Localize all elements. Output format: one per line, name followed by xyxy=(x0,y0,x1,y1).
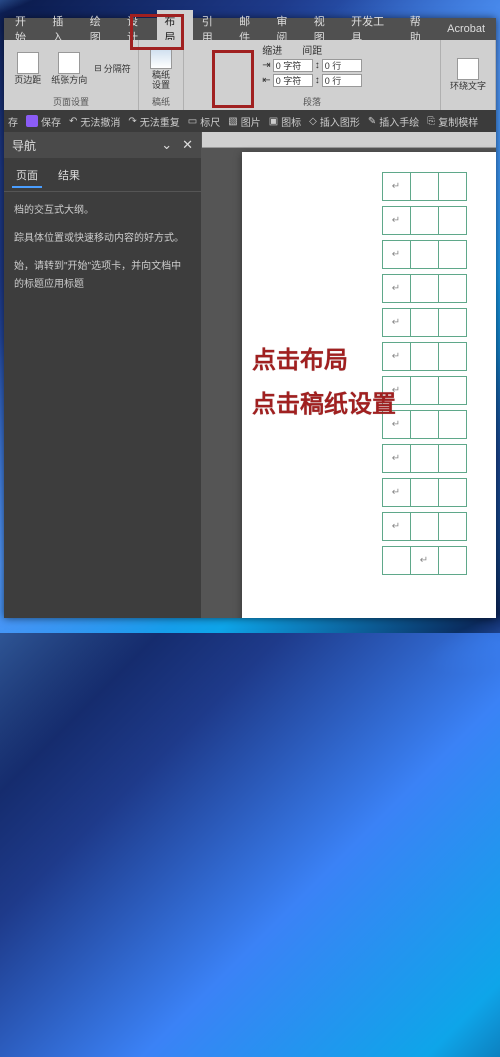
breaks-icon: ⊟ xyxy=(94,63,102,74)
orientation-icon xyxy=(58,52,80,74)
quick-access-bar: 存 保存 ↶ 无法撤消 ↷ 无法重复 ▭ 标尺 ▧ 图片 ▣ 图标 ◇ 插入图形 xyxy=(4,110,496,132)
picture-icon: ▧ xyxy=(228,116,237,127)
spacing-before-input[interactable]: 0 行 xyxy=(322,59,362,72)
menu-tab-bar: 开始 插入 绘图 设计 布局 引用 邮件 审阅 视图 开发工具 帮助 Acrob… xyxy=(4,18,496,40)
nav-tab-results[interactable]: 结果 xyxy=(54,164,84,188)
qa-ink-button[interactable]: ✎ 插入手绘 xyxy=(368,114,419,129)
qa-ruler-button[interactable]: ▭ 标尺 xyxy=(188,114,220,129)
shape-icon: ◇ xyxy=(309,116,317,127)
page-setup-group-label: 页面设置 xyxy=(53,95,89,108)
paper-setting-button[interactable]: 稿纸 设置 xyxy=(147,45,175,93)
qa-save-button[interactable]: 保存 xyxy=(26,114,61,129)
spacing-after-input[interactable]: 0 行 xyxy=(322,74,362,87)
paragraph-group-label: 段落 xyxy=(303,95,321,108)
manuscript-grid: ↵ ↵ ↵ ↵ ↵ ↵ ↵ ↵ ↵ xyxy=(382,172,496,574)
tab-acrobat[interactable]: Acrobat xyxy=(440,20,492,38)
ribbon: 页边距 纸张方向 ⊟ 分隔符 页面设置 稿纸 设置 xyxy=(4,40,496,110)
annotation-step2: 点击稿纸设置 xyxy=(252,384,396,419)
qa-shape-button[interactable]: ◇ 插入图形 xyxy=(309,114,360,129)
paper-icon xyxy=(150,47,172,69)
ink-icon: ✎ xyxy=(368,116,376,127)
copyformat-icon: ⎘ xyxy=(427,116,435,127)
qa-redo-button[interactable]: ↷ 无法重复 xyxy=(128,114,179,129)
wrap-text-button[interactable]: 环绕文字 xyxy=(447,56,489,94)
wrap-icon xyxy=(457,58,479,80)
margins-icon xyxy=(17,52,39,74)
icons-icon: ▣ xyxy=(269,116,278,127)
spacing-before-icon: ↕ xyxy=(315,60,320,71)
orientation-button[interactable]: 纸张方向 xyxy=(48,50,90,88)
qa-copyformat-button[interactable]: ⎘ 复制模样 xyxy=(427,114,478,129)
indent-label: 缩进 xyxy=(262,42,282,57)
annotation-step1: 点击布局 xyxy=(252,340,348,375)
horizontal-ruler[interactable] xyxy=(202,132,496,148)
indent-left-input[interactable]: 0 字符 xyxy=(273,59,313,72)
nav-dropdown-icon[interactable]: ⌄ xyxy=(161,137,172,153)
qa-icon-button[interactable]: ▣ 图标 xyxy=(269,114,301,129)
navigation-pane: 导航 ⌄ ✕ 页面 结果 档的交互式大纲。 踪具体位置或快速移动内容的好方式。 … xyxy=(4,132,202,618)
spacing-after-icon: ↕ xyxy=(315,75,320,86)
ruler-icon: ▭ xyxy=(188,116,197,127)
nav-title: 导航 xyxy=(12,137,36,154)
indent-right-input[interactable]: 0 字符 xyxy=(273,74,313,87)
margins-button[interactable]: 页边距 xyxy=(11,50,44,88)
undo-icon: ↶ xyxy=(69,116,77,127)
qa-picture-button[interactable]: ▧ 图片 xyxy=(228,114,260,129)
paper-group-label: 稿纸 xyxy=(152,95,170,108)
spacing-label: 间距 xyxy=(302,42,322,57)
save-icon xyxy=(26,115,38,127)
redo-icon: ↷ xyxy=(128,116,136,127)
nav-close-icon[interactable]: ✕ xyxy=(182,137,193,153)
indent-left-icon: ⇥ xyxy=(262,60,270,71)
save-partial-label: 存 xyxy=(8,114,18,129)
indent-right-icon: ⇤ xyxy=(262,75,270,86)
document-area[interactable]: ↵ ↵ ↵ ↵ ↵ ↵ ↵ ↵ ↵ xyxy=(202,132,496,618)
nav-tab-pages[interactable]: 页面 xyxy=(12,164,42,188)
qa-undo-button[interactable]: ↶ 无法撤消 xyxy=(69,114,120,129)
nav-body-text: 档的交互式大纲。 踪具体位置或快速移动内容的好方式。 始，请转到"开始"选项卡，… xyxy=(4,192,201,314)
breaks-button[interactable]: ⊟ 分隔符 xyxy=(94,62,131,75)
